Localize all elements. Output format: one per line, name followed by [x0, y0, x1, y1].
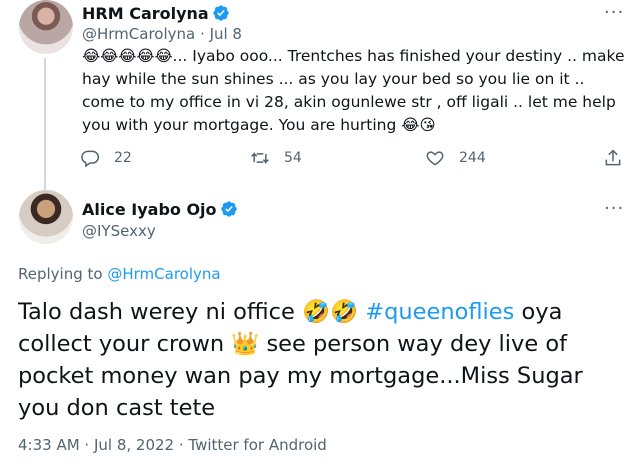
separator-dot: ·	[200, 25, 205, 43]
like-count: 244	[459, 150, 486, 166]
main-tweet-text: Talo dash werey ni office 🤣🤣 #queenoflie…	[18, 296, 628, 424]
avatar[interactable]	[19, 0, 73, 54]
share-icon	[605, 149, 621, 166]
main-author-name[interactable]: Alice Iyabo Ojo	[82, 200, 238, 219]
author-name[interactable]: HRM Carolyna	[82, 4, 230, 23]
like-button[interactable]: 244	[425, 148, 486, 168]
hashtag-link[interactable]: #queenoflies	[365, 299, 514, 325]
share-button[interactable]	[603, 148, 637, 168]
reply-count: 22	[114, 150, 132, 166]
tweet-text-part1: Talo dash werey ni office 🤣🤣	[18, 299, 366, 325]
avatar[interactable]	[19, 190, 73, 244]
tweet-text: 😂😂😂😂😂... Iyabo ooo... Trentches has fini…	[82, 47, 625, 134]
reply-icon	[81, 150, 100, 168]
replying-to: Replying to @HrmCarolyna	[18, 265, 221, 283]
reply-to-tweet[interactable]: HRM Carolyna @HrmCarolyna · Jul 8 ··· 😂😂…	[0, 0, 640, 190]
reply-button[interactable]: 22	[80, 148, 132, 168]
author-handle[interactable]: @HrmCarolyna	[82, 25, 195, 43]
more-options-icon[interactable]: ···	[604, 198, 624, 219]
main-author-handle[interactable]: @IYSexxy	[82, 222, 156, 240]
verified-badge-icon	[213, 5, 229, 21]
tweet-actions: 22 54 244	[0, 148, 640, 172]
retweet-count: 54	[284, 150, 302, 166]
verified-badge-icon	[220, 201, 237, 217]
author-handle-line: @HrmCarolyna · Jul 8	[82, 25, 242, 43]
tweet-date[interactable]: Jul 8	[210, 25, 242, 43]
retweet-button[interactable]: 54	[250, 148, 302, 168]
tweet-timestamp[interactable]: 4:33 AM · Jul 8, 2022 · Twitter for Andr…	[18, 436, 327, 454]
heart-icon	[426, 151, 444, 166]
replying-prefix: Replying to	[18, 265, 103, 283]
retweet-icon	[251, 152, 269, 164]
more-options-icon[interactable]: ···	[604, 2, 624, 23]
replying-to-mention[interactable]: @HrmCarolyna	[107, 265, 220, 283]
